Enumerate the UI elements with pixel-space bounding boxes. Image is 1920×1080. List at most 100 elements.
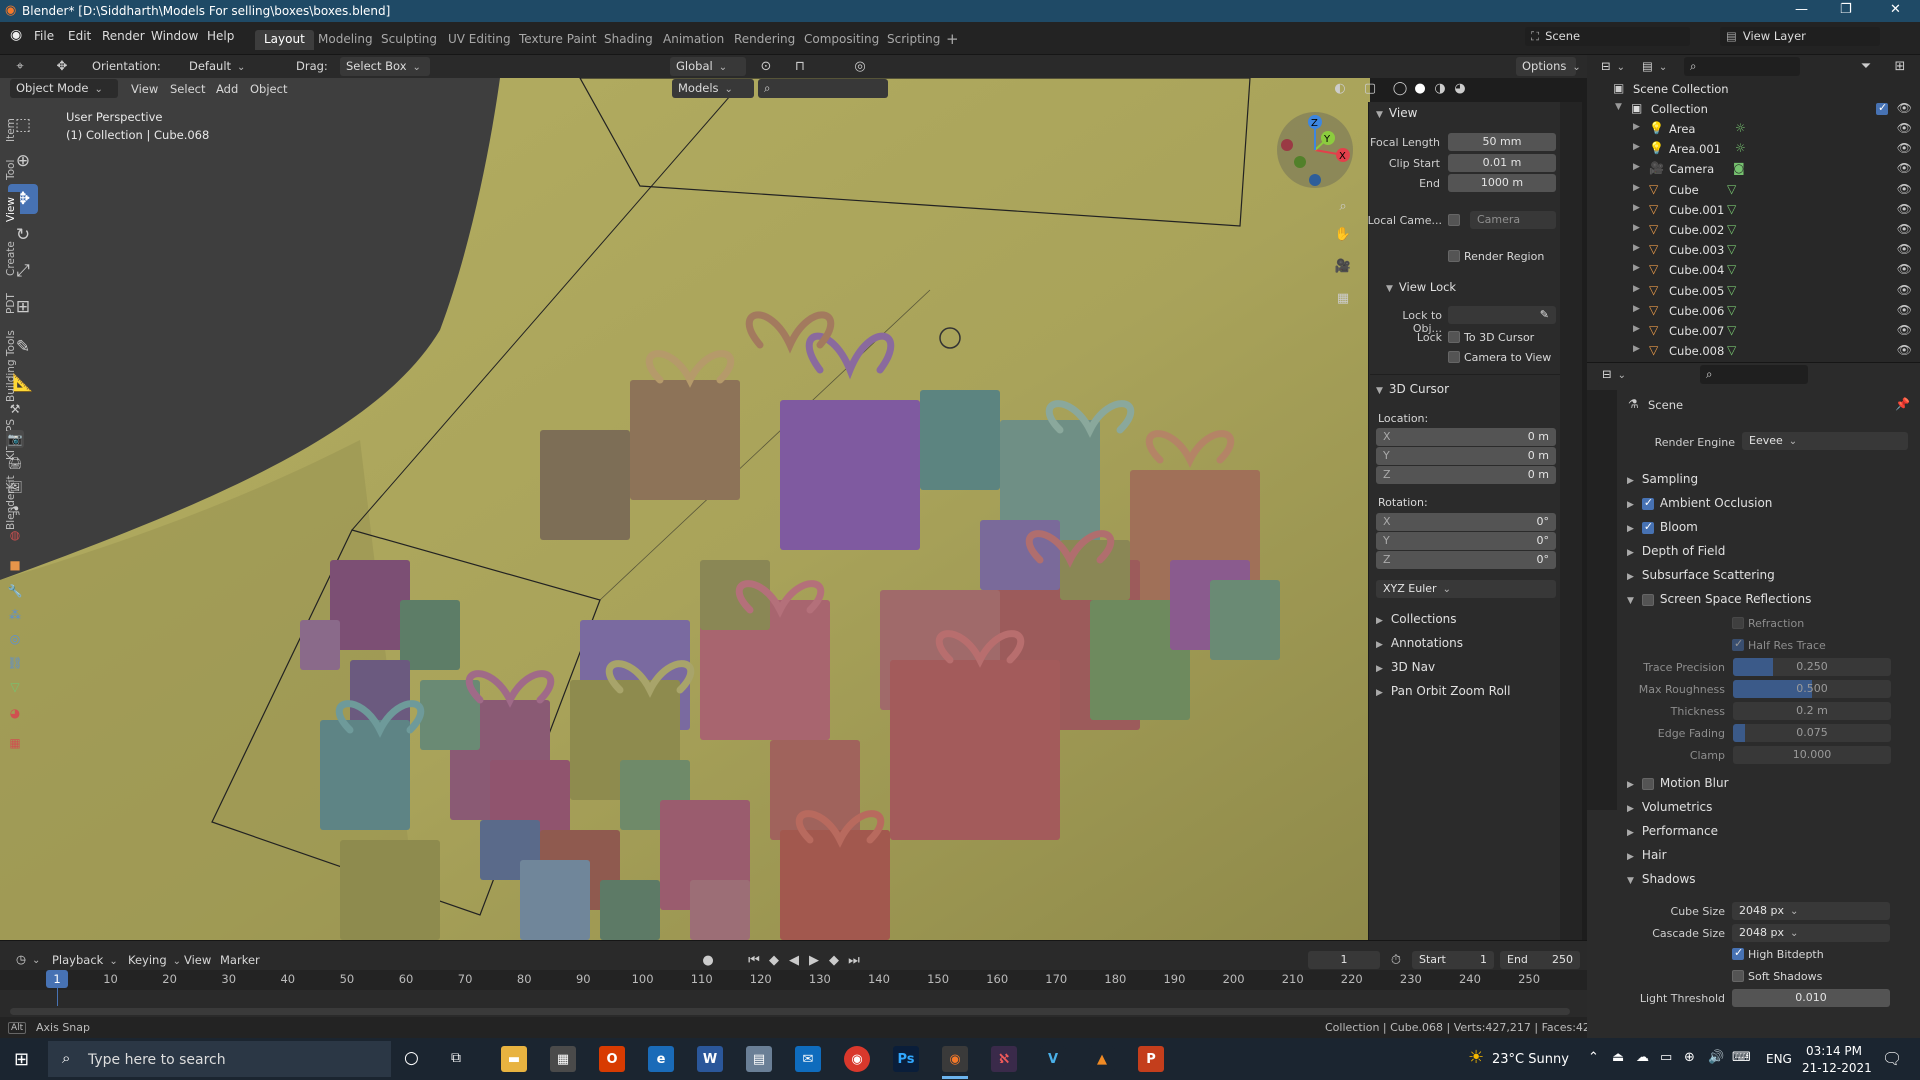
half-res-trace-checkbox[interactable] bbox=[1732, 637, 1744, 651]
collection-filter-dropdown[interactable]: Models bbox=[672, 79, 754, 98]
app-icon[interactable]: ℵ bbox=[991, 1046, 1017, 1072]
tab-sculpting[interactable]: Sculpting bbox=[372, 30, 446, 50]
light-data-icon[interactable]: ☼ bbox=[1735, 121, 1746, 135]
play-reverse-icon[interactable]: ◀ bbox=[784, 950, 804, 970]
particle-properties-icon[interactable]: ⁂ bbox=[6, 606, 24, 624]
edge-fading-slider[interactable]: 0.075 bbox=[1733, 724, 1891, 742]
ortho-grid-icon[interactable]: ▦ bbox=[1333, 288, 1353, 308]
stopwatch-icon[interactable]: ⏱ bbox=[1386, 950, 1406, 970]
weather-icon[interactable]: ☀ bbox=[1468, 1047, 1484, 1068]
local-camera-checkbox[interactable] bbox=[1448, 214, 1460, 226]
timeline-menu-playback[interactable]: Playback bbox=[52, 953, 118, 967]
eye-icon[interactable]: 👁 bbox=[1897, 242, 1912, 256]
jump-start-icon[interactable]: ⏮ bbox=[744, 950, 764, 970]
section-hair[interactable]: ▶ Hair bbox=[1627, 848, 1667, 862]
overlay-icon[interactable]: ◐ bbox=[1330, 78, 1350, 98]
collection-search-input[interactable]: ⌕ bbox=[758, 79, 888, 98]
focal-length-field[interactable]: 50 mm bbox=[1448, 133, 1556, 151]
material-shading-icon[interactable]: ◑ bbox=[1430, 78, 1450, 98]
scene-properties-icon[interactable]: ⚗ bbox=[6, 502, 24, 520]
mesh-data-icon[interactable]: ▽ bbox=[1727, 222, 1736, 236]
tab-layout[interactable]: Layout bbox=[255, 30, 314, 50]
outliner-item[interactable]: ▶ ▽ Cube ▽ 👁 bbox=[1587, 180, 1920, 200]
next-keyframe-icon[interactable]: ◆ bbox=[824, 950, 844, 970]
outliner-display-mode[interactable]: ▤ bbox=[1636, 57, 1670, 76]
keyboard-icon[interactable]: ⌨ bbox=[1732, 1050, 1751, 1065]
menu-help[interactable]: Help bbox=[207, 29, 234, 43]
pin-icon[interactable]: 📌 bbox=[1895, 397, 1910, 411]
tab-rendering[interactable]: Rendering bbox=[725, 30, 804, 50]
language-indicator[interactable]: ENG bbox=[1766, 1052, 1792, 1066]
rendered-shading-icon[interactable]: ◕ bbox=[1450, 78, 1470, 98]
outliner-item[interactable]: ▶ ▽ Cube.004 ▽ 👁 bbox=[1587, 260, 1920, 280]
eye-icon[interactable]: 👁 bbox=[1897, 222, 1912, 236]
eye-icon[interactable]: 👁 bbox=[1897, 101, 1912, 115]
clip-end-field[interactable]: 1000 m bbox=[1448, 174, 1556, 192]
mode-dropdown[interactable]: Object Mode bbox=[10, 79, 118, 98]
texture-properties-icon[interactable]: ▦ bbox=[6, 734, 24, 752]
tab-create[interactable]: Create bbox=[2, 236, 20, 282]
mesh-data-icon[interactable]: ▽ bbox=[1727, 323, 1736, 337]
playhead[interactable]: 1 bbox=[46, 970, 68, 988]
minimize-icon[interactable]: — bbox=[1795, 2, 1808, 17]
eye-icon[interactable]: 👁 bbox=[1897, 182, 1912, 196]
section-enable-checkbox[interactable] bbox=[1641, 593, 1654, 606]
physics-properties-icon[interactable]: ◎ bbox=[6, 630, 24, 648]
section-performance[interactable]: ▶ Performance bbox=[1627, 824, 1718, 838]
outliner-item[interactable]: ▶ ▽ Cube.001 ▽ 👁 bbox=[1587, 200, 1920, 220]
eye-icon[interactable]: 👁 bbox=[1897, 323, 1912, 337]
solid-shading-icon[interactable]: ● bbox=[1410, 78, 1430, 98]
tab-building-tools[interactable]: Building Tools bbox=[2, 326, 20, 406]
outliner-item[interactable]: ▶ ▽ Cube.002 ▽ 👁 bbox=[1587, 220, 1920, 240]
annotations-panel-header[interactable]: ▶ Annotations bbox=[1376, 636, 1463, 650]
volume-icon[interactable]: 🔊 bbox=[1708, 1050, 1724, 1065]
outliner-search-input[interactable]: ⌕ bbox=[1684, 57, 1800, 76]
trace-precision-slider[interactable]: 0.250 bbox=[1733, 658, 1891, 676]
viewport-menu-object[interactable]: Object bbox=[250, 82, 287, 96]
section-enable-checkbox[interactable] bbox=[1641, 496, 1654, 510]
scene-selector[interactable]: ⛶ Scene bbox=[1525, 27, 1690, 46]
record-icon[interactable]: ● bbox=[698, 950, 718, 970]
view-panel-header[interactable]: ▼ View bbox=[1376, 106, 1417, 120]
xray-icon[interactable]: ▢ bbox=[1360, 78, 1380, 98]
blender-taskbar-icon[interactable]: ◉ bbox=[942, 1046, 968, 1072]
eye-icon[interactable]: 👁 bbox=[1897, 161, 1912, 175]
mesh-data-icon[interactable]: ▽ bbox=[1727, 303, 1736, 317]
soft-shadows-checkbox[interactable] bbox=[1732, 970, 1744, 982]
lock-to-object-field[interactable]: ✎ bbox=[1448, 306, 1556, 324]
tab-modeling[interactable]: Modeling bbox=[309, 30, 382, 50]
section-sampling[interactable]: ▶ Sampling bbox=[1627, 472, 1698, 486]
tab-shading[interactable]: Shading bbox=[595, 30, 662, 50]
constraint-properties-icon[interactable]: ⛓ bbox=[6, 654, 24, 672]
eye-icon[interactable]: 👁 bbox=[1897, 121, 1912, 135]
collections-panel-header[interactable]: ▶ Collections bbox=[1376, 612, 1457, 626]
tab-view[interactable]: View bbox=[2, 192, 20, 228]
clock-time[interactable]: 03:14 PM bbox=[1806, 1044, 1862, 1058]
notification-icon[interactable]: 🗨 bbox=[1882, 1049, 1902, 1068]
eye-icon[interactable]: 👁 bbox=[1897, 141, 1912, 155]
battery-icon[interactable]: ▭ bbox=[1660, 1050, 1672, 1065]
tool-settings-icon[interactable]: ⚒ bbox=[6, 400, 24, 418]
taskbar-search-placeholder[interactable]: Type here to search bbox=[88, 1052, 226, 1068]
thickness-field[interactable]: 0.2 m bbox=[1733, 702, 1891, 720]
high-bitdepth-checkbox[interactable] bbox=[1732, 946, 1744, 960]
tab-tool[interactable]: Tool bbox=[2, 152, 20, 188]
menu-file[interactable]: File bbox=[34, 29, 54, 43]
outliner-collection[interactable]: ▼▣Collection👁 bbox=[1587, 99, 1920, 119]
tab-compositing[interactable]: Compositing bbox=[795, 30, 888, 50]
cortana-icon[interactable]: ○ bbox=[404, 1048, 419, 1068]
blender-menu-icon[interactable]: ◉ bbox=[10, 27, 22, 43]
material-properties-icon[interactable]: ◕ bbox=[6, 704, 24, 722]
view-layer-selector[interactable]: ▤ View Layer bbox=[1720, 27, 1880, 46]
section-subsurface-scattering[interactable]: ▶ Subsurface Scattering bbox=[1627, 568, 1775, 582]
network-icon[interactable]: ⊕ bbox=[1684, 1050, 1695, 1065]
new-collection-icon[interactable]: ⊞ bbox=[1890, 56, 1910, 76]
cascade-size-dropdown[interactable]: 2048 px bbox=[1732, 924, 1890, 942]
mesh-data-icon[interactable]: ▽ bbox=[1727, 242, 1736, 256]
light-data-icon[interactable]: ☼ bbox=[1735, 141, 1746, 155]
photoshop-icon[interactable]: Ps bbox=[893, 1046, 919, 1072]
mesh-data-icon[interactable]: ▽ bbox=[1727, 283, 1736, 297]
refraction-checkbox[interactable] bbox=[1732, 617, 1744, 629]
object-properties-icon[interactable]: ■ bbox=[6, 556, 24, 574]
viewport-menu-add[interactable]: Add bbox=[216, 82, 238, 96]
